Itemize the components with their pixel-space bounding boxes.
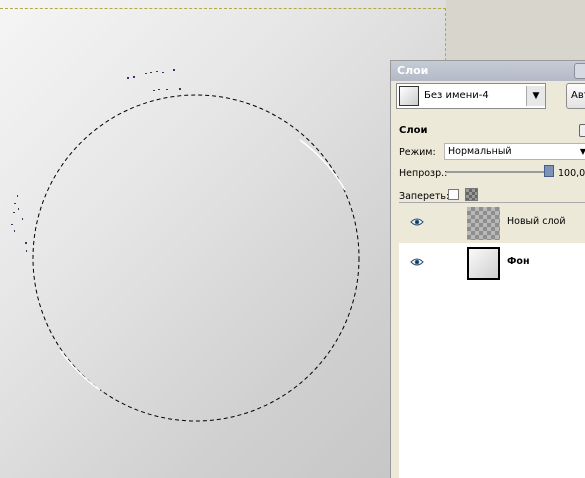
layer-list[interactable]: Новый слой Фон	[399, 202, 585, 478]
selection-highlight-arc	[299, 139, 346, 191]
opacity-slider-track[interactable]	[446, 171, 546, 173]
layers-panel: Слои ◂ Режим: Нормальный ▼ Непрозр.: 100…	[396, 119, 585, 478]
mode-select[interactable]: Нормальный ▼	[444, 143, 585, 160]
lock-label: Запереть:	[399, 191, 450, 202]
chevron-down-icon[interactable]: ▼	[526, 86, 545, 106]
dock-menu-button[interactable]	[574, 63, 585, 79]
layer-thumbnail	[467, 247, 500, 280]
dock-title: Слои	[397, 64, 429, 77]
mode-label: Режим:	[399, 147, 436, 158]
opacity-label: Непрозр.:	[399, 168, 448, 179]
opacity-value[interactable]: 100,0	[558, 168, 585, 179]
chevron-down-icon: ▼	[580, 144, 585, 159]
image-name: Без имени-4	[424, 90, 489, 101]
selection-overlay	[11, 69, 360, 422]
panel-menu-icon[interactable]: ◂	[579, 124, 585, 137]
panel-title: Слои	[399, 125, 428, 136]
lock-alpha-icon[interactable]	[465, 188, 478, 201]
lock-pixels-checkbox[interactable]	[448, 189, 459, 200]
eye-icon[interactable]	[410, 217, 424, 227]
layer-row[interactable]: Фон	[399, 243, 585, 283]
layer-thumbnail	[467, 207, 500, 240]
layer-name[interactable]: Новый слой	[507, 216, 566, 227]
image-thumbnail	[399, 86, 419, 106]
stray-dots-top	[127, 69, 181, 91]
mode-value: Нормальный	[448, 146, 512, 157]
layers-dock: Слои Без имени-4 ▼ Авт Слои ◂ Режим: Нор…	[390, 60, 585, 478]
layer-row[interactable]: Новый слой	[399, 203, 585, 243]
layer-name[interactable]: Фон	[507, 256, 530, 267]
ellipse-selection	[32, 94, 360, 422]
stray-dots-left	[11, 195, 27, 252]
opacity-slider-handle[interactable]	[544, 165, 554, 177]
dock-titlebar[interactable]: Слои	[391, 61, 585, 81]
image-selector[interactable]: Без имени-4 ▼	[396, 83, 546, 109]
auto-button[interactable]: Авт	[566, 83, 585, 109]
eye-icon[interactable]	[410, 257, 424, 267]
